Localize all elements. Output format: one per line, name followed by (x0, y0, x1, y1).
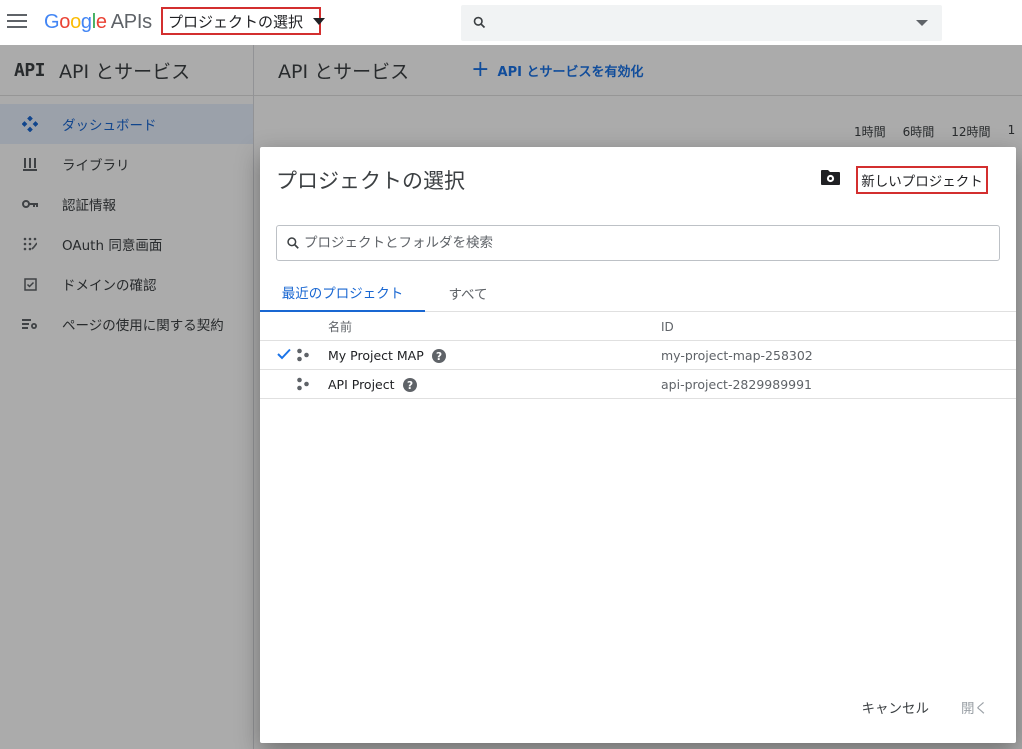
search-dropdown-icon[interactable] (916, 20, 928, 26)
tab-label: すべて (448, 286, 488, 303)
open-button[interactable]: 開く (961, 697, 988, 717)
logo-g2: g (80, 11, 92, 33)
project-search-field[interactable] (276, 225, 1000, 261)
column-header-name: 名前 (328, 320, 353, 334)
project-name: My Project MAP ? (328, 341, 446, 370)
top-search-bar[interactable] (461, 5, 942, 41)
table-row[interactable]: My Project MAP ? my-project-map-258302 (260, 341, 1016, 370)
menu-icon[interactable] (7, 14, 27, 30)
logo-o1: o (59, 11, 71, 33)
tab-recent-projects[interactable]: 最近のプロジェクト (260, 273, 425, 312)
project-name-text: My Project MAP (328, 348, 424, 363)
project-picker-label: プロジェクトの選択 (168, 12, 304, 31)
new-project-button[interactable]: 新しいプロジェクト (856, 166, 988, 194)
project-hexagon-icon (297, 377, 309, 391)
tab-all[interactable]: すべて (428, 273, 508, 312)
project-search-input[interactable] (304, 235, 954, 251)
project-name: API Project ? (328, 370, 417, 399)
google-apis-logo[interactable]: Google APIs (44, 9, 152, 35)
dialog-title: プロジェクトの選択 (276, 169, 465, 193)
svg-text:?: ? (436, 350, 442, 362)
tab-label: 最近のプロジェクト (281, 285, 404, 302)
project-id: my-project-map-258302 (661, 348, 813, 363)
projects-table: 名前 ID My Project MAP ? my-project-map-25… (260, 312, 1016, 399)
search-icon (287, 237, 299, 249)
search-icon (473, 16, 486, 29)
table-header-row: 名前 ID (260, 312, 1016, 341)
logo-e: e (95, 11, 107, 33)
new-project-label: 新しいプロジェクト (861, 174, 983, 190)
checkmark-icon (277, 348, 291, 360)
dialog-tabs: 最近のプロジェクト すべて (260, 273, 1016, 312)
table-row[interactable]: API Project ? api-project-2829989991 (260, 370, 1016, 399)
logo-o2: o (70, 11, 81, 33)
help-icon[interactable]: ? (431, 348, 446, 363)
project-id: api-project-2829989991 (661, 377, 813, 392)
logo-g: G (44, 11, 60, 33)
project-hexagon-icon (297, 348, 309, 362)
column-header-id: ID (661, 319, 674, 334)
help-icon[interactable]: ? (402, 377, 417, 392)
svg-text:?: ? (406, 379, 412, 391)
dropdown-caret-icon (313, 17, 326, 25)
project-name-text: API Project (328, 377, 395, 392)
manage-folder-icon[interactable] (820, 169, 841, 186)
project-select-dialog: プロジェクトの選択 新しいプロジェクト 最近のプロジェクト すべて 名前 ID … (260, 147, 1016, 743)
logo-apis-text: APIs (110, 11, 152, 33)
dialog-actions: キャンセル 開く (862, 697, 989, 717)
cancel-button[interactable]: キャンセル (862, 697, 930, 717)
project-picker-button[interactable]: プロジェクトの選択 (161, 7, 326, 35)
top-app-bar: Google APIs プロジェクトの選択 (0, 0, 1022, 45)
